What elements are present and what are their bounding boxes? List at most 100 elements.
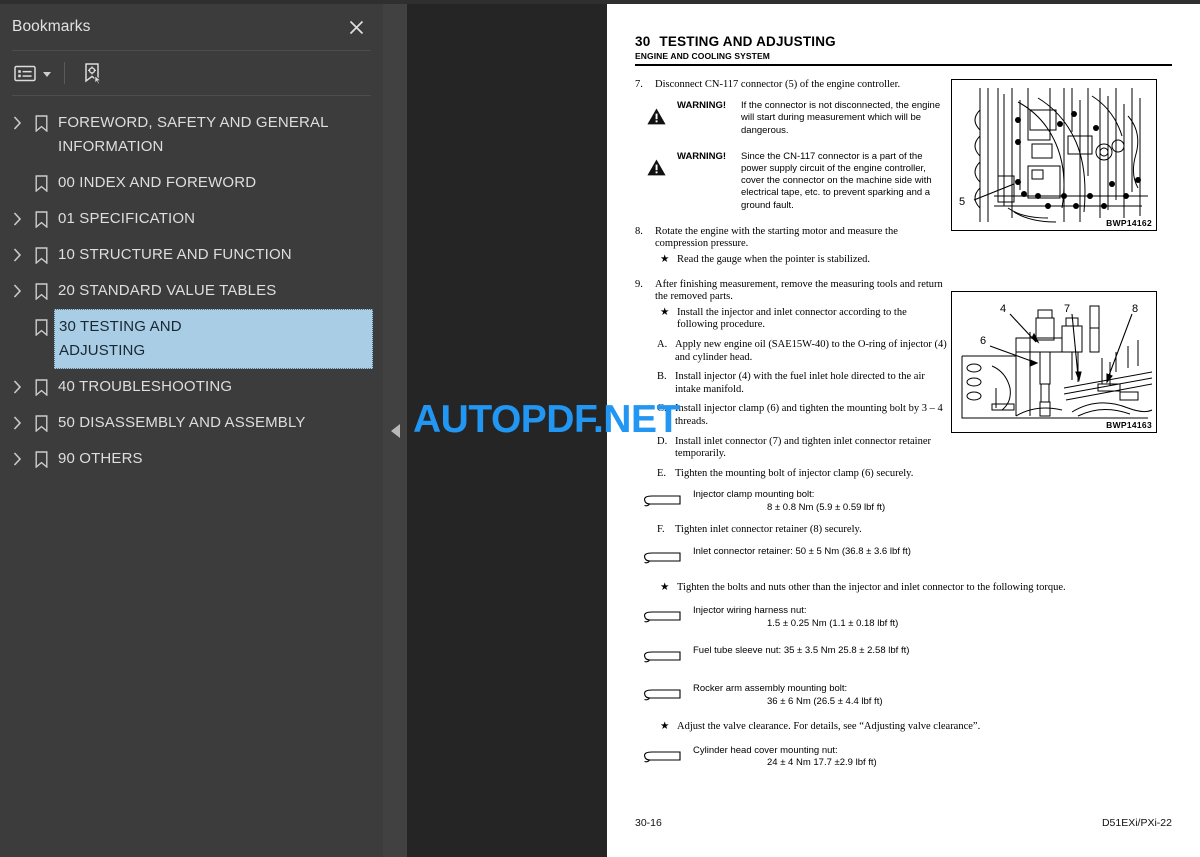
warning-triangle-icon (635, 151, 677, 212)
substep-letter: F. (657, 524, 665, 536)
page-header: 30 TESTING AND ADJUSTING ENGINE AND COOLI… (635, 34, 1172, 66)
figure-callout-7: 7 (1064, 303, 1070, 315)
warning-label: WARNING! (677, 150, 727, 162)
bookmark-item-90-others[interactable]: 90 OTHERS (0, 441, 383, 477)
torque-wrench-icon (635, 745, 693, 768)
bookmark-item-40-troubleshooting[interactable]: 40 TROUBLESHOOTING (0, 369, 383, 405)
warning-label: WARNING! (677, 100, 727, 112)
footer-page-number: 30-16 (635, 817, 662, 829)
note-following-torque: ★ Tighten the bolts and nuts other than … (635, 582, 1172, 595)
substep-d: D. Install inlet connector (7) and tight… (655, 436, 947, 461)
page-title-number: 30 (635, 34, 651, 49)
bookmark-item-label: 01 SPECIFICATION (58, 210, 196, 227)
substep-text: Install injector (4) with the fuel inlet… (675, 371, 925, 395)
substep-letter: E. (657, 467, 667, 479)
chevron-right-icon[interactable] (6, 105, 28, 141)
figure-callout-5: 5 (959, 196, 965, 208)
chevron-right-icon[interactable] (6, 405, 28, 441)
step-9-note: ★ Install the injector and inlet connect… (635, 307, 947, 332)
torque-wrench-icon (635, 489, 693, 512)
figure-callout-8: 8 (1132, 303, 1138, 315)
chevron-right-icon[interactable] (6, 369, 28, 405)
chevron-placeholder (6, 165, 28, 201)
bookmark-icon (28, 369, 54, 405)
bookmark-item-label: FOREWORD, SAFETY AND GENERAL INFORMATION (58, 114, 329, 155)
chevron-right-icon[interactable] (6, 237, 28, 273)
chevron-right-icon[interactable] (6, 201, 28, 237)
star-bullet-icon: ★ (660, 581, 670, 593)
substep-f: F. Tighten inlet connector retainer (8) … (635, 524, 947, 537)
bookmark-item-50-disassembly-assembly[interactable]: 50 DISASSEMBLY AND ASSEMBLY (0, 405, 383, 441)
torque-wrench-icon (635, 683, 693, 706)
bookmark-item-01-specification[interactable]: 01 SPECIFICATION (0, 201, 383, 237)
torque-spec-fuel-tube-sleeve-nut: Fuel tube sleeve nut: 35 ± 3.5 Nm 25.8 ±… (635, 645, 1172, 668)
chevron-right-icon[interactable] (6, 273, 28, 309)
step-8-note: ★ Read the gauge when the pointer is sta… (635, 254, 935, 267)
step-text: Rotate the engine with the starting moto… (655, 225, 898, 250)
header-rule (635, 64, 1172, 66)
bookmark-item-foreword-safety[interactable]: FOREWORD, SAFETY AND GENERAL INFORMATION (0, 105, 383, 165)
figure-callout-4: 4 (1000, 303, 1006, 315)
bookmarks-panel-title: Bookmarks (12, 18, 91, 35)
step-number: 8. (635, 225, 643, 237)
star-bullet-icon: ★ (660, 306, 670, 318)
substep-a: A. Apply new engine oil (SAE15W-40) to t… (655, 339, 947, 364)
step-number: 7. (635, 78, 643, 90)
bookmarks-toolbar (0, 51, 383, 95)
torque-wrench-icon (635, 645, 693, 668)
torque-spec-inlet-connector-retainer: Inlet connector retainer: 50 ± 5 Nm (36.… (635, 546, 1172, 569)
substep-letter: A. (657, 338, 668, 350)
bookmark-icon (28, 273, 54, 309)
substep-letter: B. (657, 371, 667, 383)
list-options-icon[interactable] (12, 61, 53, 86)
torque-label: Rocker arm assembly mounting bolt: (693, 683, 848, 695)
page-title: 30 TESTING AND ADJUSTING (635, 34, 1172, 49)
bookmark-icon (28, 441, 54, 477)
step-number: 9. (635, 278, 643, 290)
bookmark-icon (28, 165, 54, 201)
page-footer: 30-16 D51EXi/PXi-22 (635, 817, 1172, 829)
chevron-right-icon[interactable] (6, 441, 28, 477)
torque-value: 8 ± 0.8 Nm (5.9 ± 0.59 lbf ft) (767, 501, 886, 513)
new-bookmark-icon[interactable] (80, 59, 106, 88)
substep-letter: D. (657, 435, 668, 447)
bookmarks-panel: Bookmarks FOREWORD, SAFETY AND GENERAL I… (0, 0, 383, 857)
torque-spec-rocker-arm-assembly-mounting-bolt: Rocker arm assembly mounting bolt: 36 ± … (635, 683, 1172, 708)
torque-label: Injector wiring harness nut: (693, 605, 807, 617)
note-text: Install the injector and inlet connector… (677, 306, 907, 331)
pdf-viewer-window: Bookmarks FOREWORD, SAFETY AND GENERAL I… (0, 0, 1200, 857)
bookmark-item-label: 30 TESTING AND ADJUSTING (54, 309, 373, 369)
bookmark-item-label: 20 STANDARD VALUE TABLES (58, 282, 277, 299)
substep-e: E. Tighten the mounting bolt of injector… (655, 468, 947, 481)
bookmark-item-20-standard-value-tables[interactable]: 20 STANDARD VALUE TABLES (0, 273, 383, 309)
substep-text: Install inlet connector (7) and tighten … (675, 435, 931, 460)
bookmark-item-label: 90 OTHERS (58, 450, 143, 467)
bookmark-icon (28, 309, 54, 345)
figure-bwp14163: 4 6 7 8 BWP14163 (951, 290, 1157, 433)
bookmark-item-10-structure-function[interactable]: 10 STRUCTURE AND FUNCTION (0, 237, 383, 273)
close-icon[interactable] (343, 14, 369, 40)
bookmark-icon (28, 105, 54, 141)
torque-value: 24 ± 4 Nm 17.7 ±2.9 lbf ft) (767, 756, 877, 768)
note-text: Adjust the valve clearance. For details,… (677, 720, 981, 732)
figure-caption: BWP14162 (1104, 217, 1152, 228)
star-bullet-icon: ★ (660, 254, 670, 265)
torque-value: 1.5 ± 0.25 Nm (1.1 ± 0.18 lbf ft) (767, 617, 899, 629)
bookmark-list[interactable]: FOREWORD, SAFETY AND GENERAL INFORMATION… (0, 96, 383, 857)
bookmark-item-00-index-foreword[interactable]: 00 INDEX AND FOREWORD (0, 165, 383, 201)
warning-block-1: WARNING! If the connector is not disconn… (635, 100, 945, 137)
collapse-left-triangle-icon[interactable] (390, 423, 400, 438)
bookmark-icon (28, 201, 54, 237)
footer-model: D51EXi/PXi-22 (1101, 817, 1172, 829)
bookmark-item-label: 50 DISASSEMBLY AND ASSEMBLY (58, 414, 306, 431)
note-text: Read the gauge when the pointer is stabi… (677, 254, 871, 265)
panel-collapse-rail[interactable] (383, 0, 407, 857)
step-7: 7. Disconnect CN-117 connector (5) of th… (635, 79, 935, 92)
figure-callout-6: 6 (980, 335, 986, 347)
torque-wrench-icon (635, 605, 693, 628)
substep-text: Apply new engine oil (SAE15W-40) to the … (675, 338, 947, 363)
step-text: Disconnect CN-117 connector (5) of the e… (655, 78, 901, 90)
bookmark-item-30-testing-adjusting[interactable]: 30 TESTING AND ADJUSTING (0, 309, 383, 369)
note-text: Tighten the bolts and nuts other than th… (677, 581, 1066, 593)
torque-wrench-icon (635, 546, 693, 569)
